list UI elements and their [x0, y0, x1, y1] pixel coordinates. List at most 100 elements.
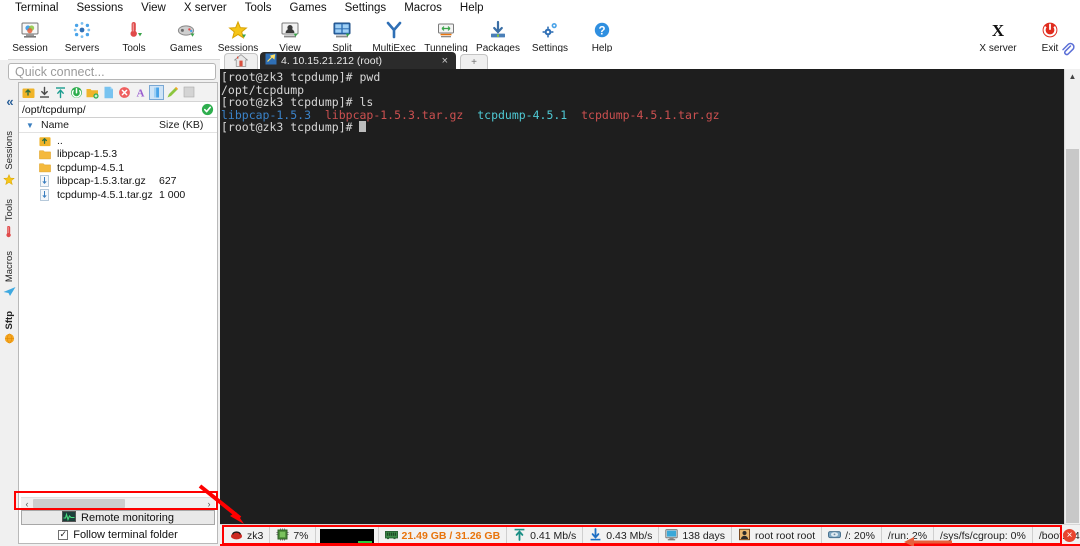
cpu-graph-icon	[319, 528, 374, 543]
file-row[interactable]: tcpdump-4.5.1	[19, 161, 217, 175]
parent-folder-icon[interactable]	[21, 85, 36, 100]
delete-icon[interactable]	[117, 85, 132, 100]
download-arrow-icon	[589, 527, 602, 544]
follow-terminal-folder-row[interactable]: ✓ Follow terminal folder	[21, 527, 215, 542]
file-row[interactable]: tcpdump-4.5.1.tar.gz 1 000	[19, 188, 217, 202]
download-icon[interactable]	[37, 85, 52, 100]
scroll-left-icon[interactable]: ‹	[21, 499, 33, 509]
hscroll-thumb[interactable]	[33, 499, 125, 508]
plus-icon: +	[471, 56, 477, 68]
toolbar-view-button[interactable]: View	[264, 16, 316, 54]
menu-tools[interactable]: Tools	[236, 0, 281, 16]
status-cpu-graph[interactable]	[316, 526, 379, 545]
quick-connect-input[interactable]: Quick connect...	[8, 63, 216, 80]
remote-monitoring-status-bar: zk3 7% 21.49 GB / 31.26 GB 0.41 Mb/s 0.43 Mb…	[220, 524, 1080, 546]
status-disk-run[interactable]: /run: 2%	[882, 526, 935, 545]
toolbar-tunneling-button[interactable]: Tunneling	[420, 16, 472, 54]
status-bar-close-button[interactable]: ×	[1063, 529, 1076, 542]
scroll-right-icon[interactable]: ›	[203, 499, 215, 509]
column-size[interactable]: Size (KB)	[159, 119, 217, 131]
menu-terminal[interactable]: Terminal	[6, 0, 67, 16]
toolbar-games-button[interactable]: Games	[160, 16, 212, 54]
toolbar-packages-button[interactable]: Packages	[472, 16, 524, 54]
sidebar-tab-strip: « Sessions Tools Macros Sftp	[0, 84, 18, 546]
sidebar-tab-sessions[interactable]: Sessions	[4, 131, 15, 170]
terminal-cursor	[359, 121, 367, 133]
home-tab[interactable]	[224, 53, 258, 69]
column-name[interactable]: Name	[41, 119, 159, 131]
menu-macros[interactable]: Macros	[395, 0, 451, 16]
file-row[interactable]: libpcap-1.5.3.tar.gz 627	[19, 175, 217, 189]
sidebar-tab-macros[interactable]: Macros	[4, 251, 15, 282]
upload-icon[interactable]	[53, 85, 68, 100]
paperclip-icon[interactable]	[1060, 42, 1075, 60]
sort-arrow-icon[interactable]: ▼	[19, 121, 41, 130]
multiexec-icon	[384, 19, 404, 41]
file-type-icon	[39, 149, 54, 160]
menu-xserver[interactable]: X server	[175, 0, 236, 16]
path-bar[interactable]: /opt/tcpdump/	[19, 102, 217, 118]
properties-icon[interactable]	[181, 85, 196, 100]
sftp-globe-icon	[4, 333, 15, 347]
menu-sessions[interactable]: Sessions	[67, 0, 132, 16]
sidebar-tab-sftp[interactable]: Sftp	[4, 311, 15, 329]
status-host[interactable]: zk3	[223, 526, 271, 545]
terminal-console[interactable]: [root@zk3 tcpdump]# pwd/opt/tcpdump [root…	[220, 69, 1064, 524]
status-cpu[interactable]: 7%	[270, 526, 316, 545]
menu-help[interactable]: Help	[451, 0, 493, 16]
toolbar-x-server-button[interactable]: XX server	[972, 16, 1024, 54]
paper-plane-icon	[3, 286, 16, 301]
ssh-key-icon	[265, 53, 277, 68]
svg-text:?: ?	[598, 26, 605, 38]
remote-monitoring-button[interactable]: Remote monitoring	[21, 510, 215, 525]
refresh-icon[interactable]	[69, 85, 84, 100]
terminal-tab-active[interactable]: 4. 10.15.21.212 (root) ×	[260, 52, 456, 69]
follow-terminal-checkbox[interactable]: ✓	[58, 529, 69, 540]
path-text: /opt/tcpdump/	[22, 103, 86, 116]
status-download[interactable]: 0.43 Mb/s	[583, 526, 660, 545]
toolbar-settings-button[interactable]: Settings	[524, 16, 576, 54]
terminal-vscrollbar[interactable]: ▲	[1064, 69, 1080, 524]
close-tab-icon[interactable]: ×	[438, 55, 452, 67]
mobaxterm-window: Terminal Sessions View X server Tools Games Se…	[0, 0, 1080, 546]
status-label: zk3	[247, 529, 264, 542]
terminal-tab-bar: 4. 10.15.21.212 (root) × +	[220, 42, 1080, 69]
toolbar-servers-button[interactable]: Servers	[56, 16, 108, 54]
vscroll-thumb[interactable]	[1066, 149, 1079, 523]
file-type-icon	[39, 188, 54, 201]
collapse-sidebar-icon[interactable]: «	[6, 94, 13, 109]
status-disk-cgroup[interactable]: /sys/fs/cgroup: 0%	[934, 526, 1033, 545]
toolbar-multiexec-button[interactable]: MultiExec	[368, 16, 420, 54]
toolbar-sessions-button[interactable]: Sessions	[212, 16, 264, 54]
menu-settings[interactable]: Settings	[336, 0, 396, 16]
toolbar-tools-button[interactable]: Tools	[108, 16, 160, 54]
new-file-icon[interactable]	[101, 85, 116, 100]
status-disk-root[interactable]: /: 20%	[822, 526, 882, 545]
status-upload[interactable]: 0.41 Mb/s	[507, 526, 584, 545]
status-label: 0.41 Mb/s	[530, 529, 577, 542]
status-memory[interactable]: 21.49 GB / 31.26 GB	[379, 526, 508, 545]
sidebar-tab-tools[interactable]: Tools	[4, 199, 15, 221]
menu-view[interactable]: View	[132, 0, 175, 16]
new-tab-button[interactable]: +	[460, 54, 488, 69]
toolbar-session-button[interactable]: Session	[4, 16, 56, 54]
rename-icon[interactable]: A	[133, 85, 148, 100]
scroll-up-icon[interactable]: ▲	[1065, 69, 1080, 84]
toolbar-split-button[interactable]: Split	[316, 16, 368, 54]
split-icon	[332, 19, 352, 41]
edit-icon[interactable]	[165, 85, 180, 100]
menu-games[interactable]: Games	[281, 0, 336, 16]
file-view-icon[interactable]	[149, 84, 164, 100]
file-row[interactable]: ..	[19, 134, 217, 148]
status-label: /sys/fs/cgroup: 0%	[940, 529, 1026, 542]
file-list-hscrollbar[interactable]: ‹ ›	[21, 497, 215, 509]
status-uptime[interactable]: 138 days	[659, 526, 733, 545]
file-row[interactable]: libpcap-1.5.3	[19, 148, 217, 162]
ram-icon	[384, 528, 398, 544]
menu-bar: Terminal Sessions View X server Tools Games Se…	[0, 0, 1080, 16]
toolbar-item-label: Games	[169, 43, 203, 54]
status-users[interactable]: root root root	[732, 526, 823, 545]
toolbar-help-button[interactable]: ? Help	[576, 16, 628, 54]
new-folder-icon[interactable]	[85, 85, 100, 100]
